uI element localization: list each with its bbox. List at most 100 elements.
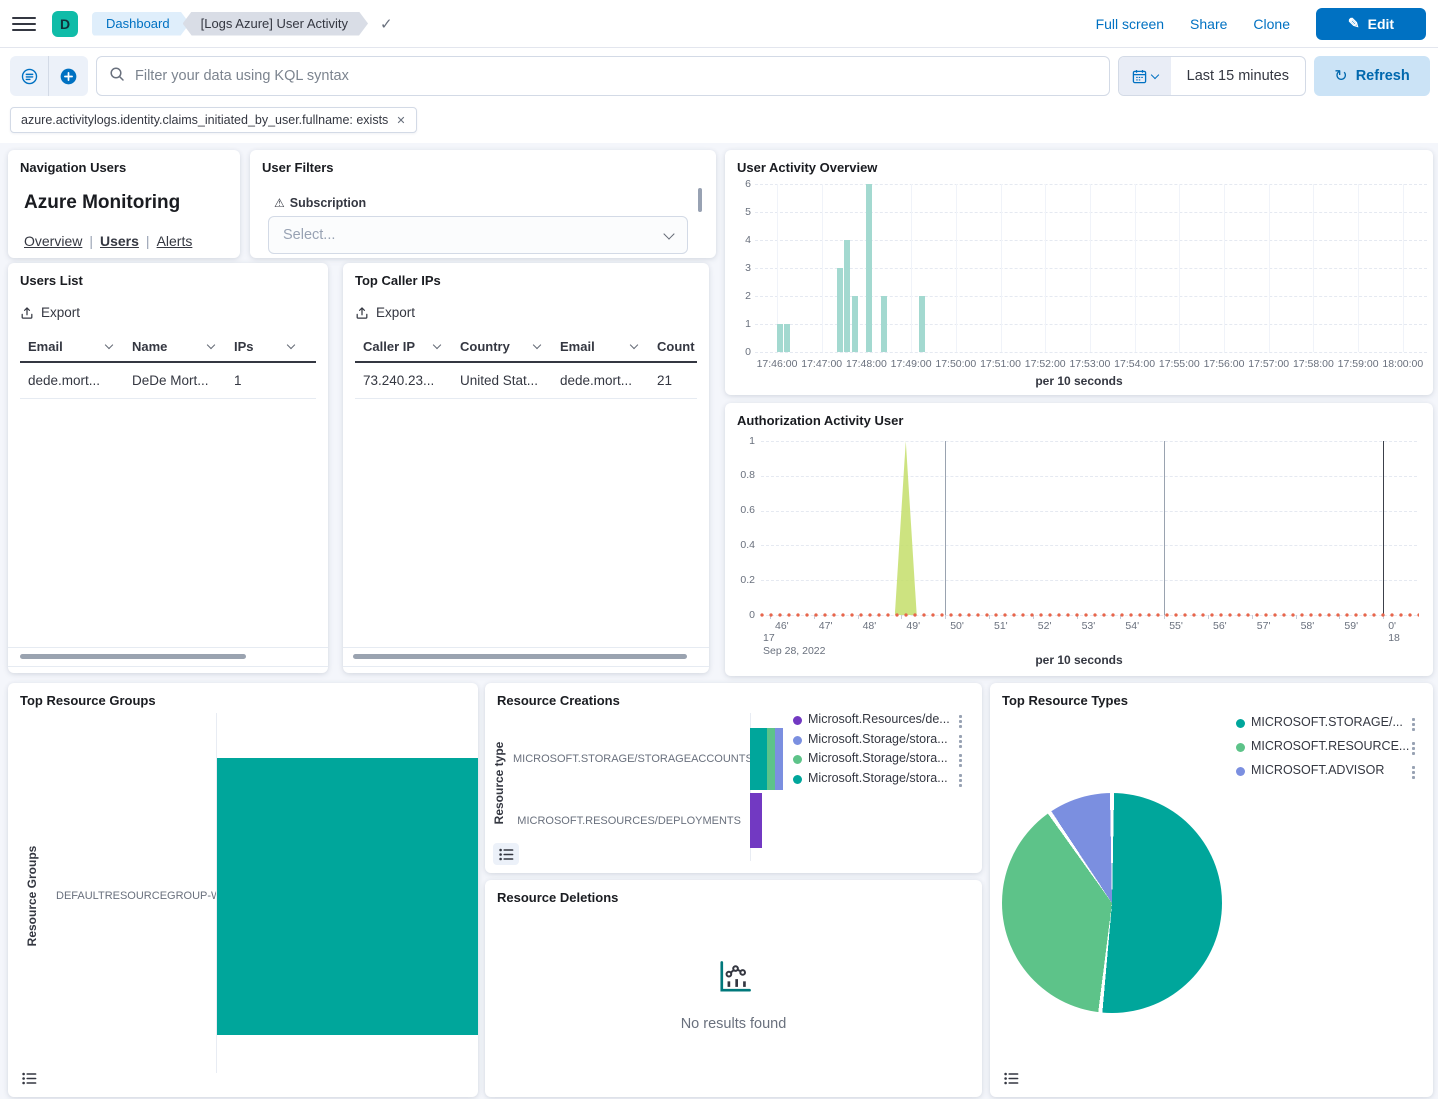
query-bar: Last 15 minutes ↻ Refresh [0, 48, 1438, 96]
subscription-field-label: ⚠ Subscription [274, 196, 366, 210]
y-axis-tick-label: 0 [729, 346, 751, 358]
filter-pill[interactable]: azure.activitylogs.identity.claims_initi… [10, 107, 417, 133]
histogram-bar[interactable] [837, 268, 843, 352]
legend-options-icon[interactable] [1410, 764, 1417, 781]
histogram-bar[interactable] [784, 324, 790, 352]
link-overview[interactable]: Overview [24, 233, 82, 249]
column-header-caller-ip[interactable]: Caller IP [355, 331, 452, 361]
legend-options-icon[interactable] [1410, 740, 1417, 757]
column-header-label: Count [657, 339, 695, 354]
legend-options-icon[interactable] [957, 752, 964, 769]
baseline-dotted-series [759, 612, 1419, 618]
sort-chevron-icon[interactable] [207, 341, 215, 349]
x-axis-tick-label: 59' [1344, 620, 1358, 632]
bar-segment-microsoft-storage-stora[interactable] [750, 728, 767, 790]
legend-item-microsoft-storage-stora[interactable]: Microsoft.Storage/stora... [808, 732, 948, 746]
panel-users-list: Users List Export EmailNameIPsdede.mort.… [8, 263, 328, 673]
filter-pill-label: azure.activitylogs.identity.claims_initi… [21, 113, 388, 127]
menu-icon[interactable] [12, 12, 36, 36]
x-axis-tick-label: 46' [775, 620, 789, 632]
legend-item-microsoft-storage-stora[interactable]: Microsoft.Storage/stora... [808, 771, 948, 785]
legend-toggle-icon[interactable] [998, 1067, 1024, 1089]
legend-options-icon[interactable] [957, 772, 964, 789]
legend-toggle-icon[interactable] [493, 843, 519, 865]
legend-options-icon[interactable] [957, 713, 964, 730]
histogram-bar[interactable] [844, 240, 850, 352]
legend-toggle-icon[interactable] [16, 1067, 42, 1089]
link-alerts[interactable]: Alerts [157, 233, 193, 249]
area-series-spike[interactable] [895, 441, 917, 615]
y-axis-tick-label: 0.2 [729, 574, 755, 586]
clone-button[interactable]: Clone [1253, 16, 1290, 32]
column-header-name[interactable]: Name [124, 331, 226, 361]
column-header-ips[interactable]: IPs [226, 331, 306, 361]
share-button[interactable]: Share [1190, 16, 1227, 32]
y-axis-tick-label: 3 [729, 262, 751, 274]
gridline-horizontal [755, 268, 1427, 269]
legend-color-dot [1236, 767, 1245, 776]
breadcrumb-dashboard[interactable]: Dashboard [92, 12, 190, 36]
sort-chevron-icon[interactable] [287, 341, 295, 349]
y-axis-tick-label: 0.8 [729, 469, 755, 481]
warning-icon: ⚠ [274, 196, 285, 210]
panel-resource-creations: Resource Creations Resource typeMICROSOF… [485, 683, 982, 873]
calendar-icon-button[interactable] [1119, 57, 1171, 95]
bar-segment-microsoft-storage-stora[interactable] [767, 728, 775, 790]
subscription-select[interactable]: Select... [268, 216, 688, 254]
gridline-vertical [1045, 184, 1046, 352]
scrollbar-thumb[interactable] [698, 188, 702, 212]
histogram-bar[interactable] [852, 296, 858, 352]
full-screen-button[interactable]: Full screen [1096, 16, 1164, 32]
edit-button[interactable]: ✎ Edit [1316, 8, 1426, 40]
resource-group-bar[interactable] [217, 758, 478, 1035]
column-header-country[interactable]: Country [452, 331, 552, 361]
app-logo[interactable]: D [52, 11, 78, 37]
hour-start-label: 17 [763, 632, 775, 644]
panel-top-resource-types: Top Resource Types MICROSOFT.STORAGE/...… [990, 683, 1433, 1097]
histogram-bar[interactable] [866, 184, 872, 352]
export-button[interactable]: Export [355, 305, 415, 320]
x-axis-title: per 10 seconds [725, 653, 1433, 667]
horizontal-scrollbar[interactable] [20, 654, 246, 659]
panel-resource-deletions: Resource Deletions No results found [485, 880, 982, 1097]
period-separator-line [945, 441, 946, 615]
edit-button-label: Edit [1368, 16, 1394, 32]
legend-options-icon[interactable] [957, 733, 964, 750]
histogram-bar[interactable] [881, 296, 887, 352]
column-header-count[interactable]: Count [649, 331, 697, 361]
date-picker: Last 15 minutes [1118, 56, 1306, 96]
sort-chevron-icon[interactable] [105, 341, 113, 349]
breadcrumb: Dashboard [Logs Azure] User Activity ✓ [92, 12, 393, 36]
legend-options-icon[interactable] [1410, 716, 1417, 733]
bar-segment-microsoft-storage-stora[interactable] [775, 728, 783, 790]
legend-item-microsoft-storage-stora[interactable]: Microsoft.Storage/stora... [808, 751, 948, 765]
x-axis-tick-label: 48' [863, 620, 877, 632]
empty-chart-icon [714, 958, 754, 1003]
sort-chevron-icon[interactable] [630, 341, 638, 349]
legend-item-microsoft-storage[interactable]: MICROSOFT.STORAGE/... [1251, 715, 1403, 729]
export-button[interactable]: Export [20, 305, 80, 320]
kql-search-input[interactable] [135, 68, 1097, 84]
refresh-button[interactable]: ↻ Refresh [1314, 56, 1430, 96]
add-filter-icon[interactable] [49, 56, 88, 96]
x-axis-tick-label: 58' [1301, 620, 1315, 632]
time-range-button[interactable]: Last 15 minutes [1171, 57, 1305, 95]
link-users[interactable]: Users [100, 233, 139, 249]
remove-filter-icon[interactable]: ✕ [396, 114, 405, 127]
legend-item-microsoft-resources-de[interactable]: Microsoft.Resources/de... [808, 712, 950, 726]
legend-item-microsoft-resource[interactable]: MICROSOFT.RESOURCE... [1251, 739, 1409, 753]
kql-search-box[interactable] [96, 56, 1110, 96]
column-header-label: Country [460, 339, 510, 354]
legend-item-microsoft-advisor[interactable]: MICROSOFT.ADVISOR [1251, 763, 1384, 777]
histogram-bar[interactable] [777, 324, 783, 352]
export-label: Export [376, 305, 415, 320]
legend-color-dot [793, 775, 802, 784]
sort-chevron-icon[interactable] [533, 341, 541, 349]
histogram-bar[interactable] [919, 296, 925, 352]
column-header-email[interactable]: Email [20, 331, 124, 361]
horizontal-scrollbar[interactable] [353, 654, 687, 659]
saved-query-menu-icon[interactable] [10, 56, 49, 96]
column-header-email[interactable]: Email [552, 331, 649, 361]
bar-segment-microsoft-resources-de[interactable] [750, 793, 762, 848]
sort-chevron-icon[interactable] [433, 341, 441, 349]
